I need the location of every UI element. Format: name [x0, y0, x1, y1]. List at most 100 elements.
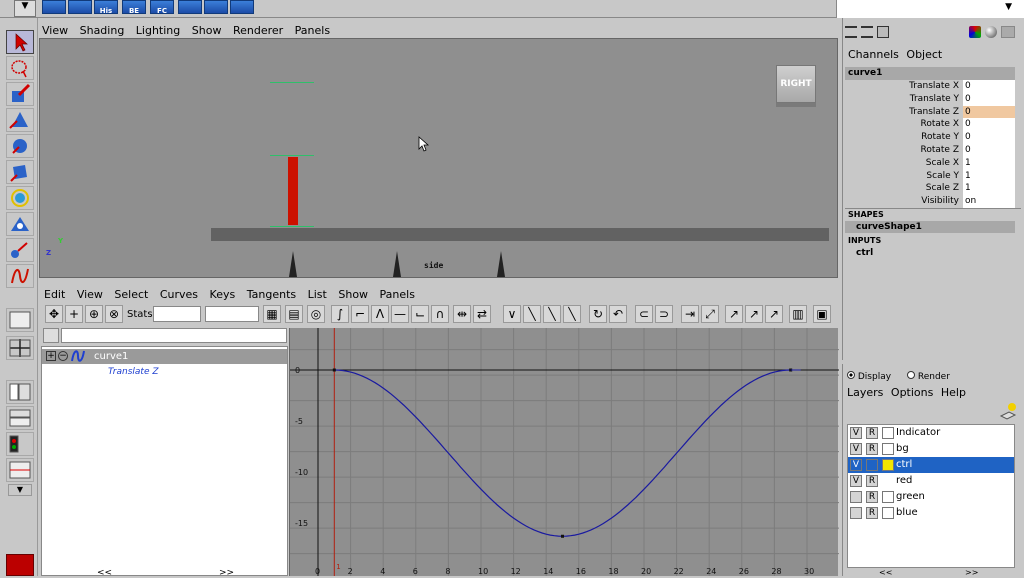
layer-row[interactable]: R green — [848, 489, 1014, 505]
attr-row[interactable]: Scale X 1 — [845, 156, 1023, 170]
tangent-clamped-icon[interactable]: ⌐ — [351, 305, 369, 323]
rotate-tool-icon[interactable] — [6, 134, 34, 158]
render-radio-icon[interactable] — [907, 371, 915, 379]
layer-visibility-toggle[interactable]: V — [850, 443, 862, 455]
graph-menu-panels[interactable]: Panels — [380, 288, 415, 301]
attr-value[interactable]: 0 — [963, 143, 1015, 157]
layer-color-swatch[interactable] — [882, 443, 894, 455]
attr-value[interactable]: 0 — [963, 118, 1015, 132]
last-tool-icon[interactable] — [6, 264, 34, 288]
viewport-menu-lighting[interactable]: Lighting — [136, 24, 180, 37]
channel-icon-2[interactable] — [861, 26, 873, 38]
move-tool-icon[interactable] — [6, 108, 34, 132]
tab-object[interactable]: Object — [906, 48, 942, 61]
unify-tangents-icon[interactable]: ╲ — [523, 305, 541, 323]
time-snap-icon[interactable]: ⊂ — [635, 305, 653, 323]
attr-row[interactable]: Translate X 0 — [845, 80, 1023, 93]
shelf-icon-be[interactable]: BE — [122, 0, 146, 15]
frame-playback-icon[interactable]: ▤ — [285, 305, 303, 323]
viewport-menu-renderer[interactable]: Renderer — [233, 24, 283, 37]
lattice-key-tool-icon[interactable]: ⊗ — [105, 305, 123, 323]
layer-reference-toggle[interactable]: R — [866, 475, 878, 487]
graph-menu-select[interactable]: Select — [114, 288, 148, 301]
viewport-menu-panels[interactable]: Panels — [295, 24, 330, 37]
channel-gray-icon[interactable] — [1001, 26, 1015, 38]
trax-editor-icon[interactable]: ▥ — [789, 305, 807, 323]
stats-field-frame[interactable] — [153, 306, 201, 322]
stats-field-value[interactable] — [205, 306, 259, 322]
shelf-menu-button[interactable]: ▼ — [14, 0, 36, 17]
shelf-icon-7[interactable] — [204, 0, 228, 14]
graph-menu-curves[interactable]: Curves — [160, 288, 198, 301]
layer-row[interactable]: R blue — [848, 505, 1014, 521]
select-tool-icon[interactable] — [6, 30, 34, 54]
buffer-curve-snapshot-icon[interactable]: ⇹ — [453, 305, 471, 323]
dope-sheet-icon[interactable]: ↗ — [765, 305, 783, 323]
layer-visibility-toggle[interactable]: V — [850, 459, 862, 471]
shelf-icon-1[interactable] — [42, 0, 66, 14]
attr-value[interactable]: 0 — [963, 131, 1015, 144]
layer-menu-layers[interactable]: Layers — [847, 386, 883, 399]
tangent-spline-icon[interactable]: ∫ — [331, 305, 349, 323]
help-scroll-icon[interactable]: ▼ — [1005, 2, 1012, 12]
graph-view[interactable]: 0 -5 -10 -15 0 2 4 6 8 10 12 14 16 18 20 22 24 26 28 30 1 — [289, 328, 839, 576]
attr-value[interactable]: on — [963, 195, 1015, 208]
layer-reference-toggle[interactable] — [866, 459, 878, 471]
attr-row[interactable]: Translate Z 0 — [845, 105, 1023, 119]
layer-color-swatch[interactable] — [882, 459, 894, 471]
attr-value-highlight[interactable]: 0 — [963, 105, 1015, 119]
buffer-curve-swap-icon[interactable]: ⇄ — [473, 305, 491, 323]
post-infinity-icon[interactable]: ↗ — [745, 305, 763, 323]
channel-icon-1[interactable] — [845, 26, 857, 38]
tangent-plateau-icon[interactable]: ∩ — [431, 305, 449, 323]
red-bar-object[interactable] — [288, 157, 298, 225]
layer-reference-toggle[interactable]: R — [866, 491, 878, 503]
attr-row[interactable]: Scale Z 1 — [845, 182, 1023, 196]
viewport-menu-view[interactable]: View — [42, 24, 68, 37]
tangent-linear-icon[interactable]: Λ — [371, 305, 389, 323]
minus-icon[interactable]: − — [58, 351, 68, 361]
layout-graph-icon[interactable] — [6, 406, 34, 430]
layer-color-swatch[interactable] — [882, 475, 894, 487]
channel-icon-3[interactable] — [877, 26, 889, 38]
layer-visibility-toggle[interactable]: V — [850, 475, 862, 487]
layout-outliner-icon[interactable] — [6, 380, 34, 404]
ground-plane[interactable] — [211, 228, 829, 241]
layer-row[interactable]: V R Indicator — [848, 425, 1014, 441]
display-radio[interactable]: Display — [847, 371, 891, 382]
layout-more-button[interactable]: ▼ — [8, 484, 32, 496]
expand-icon[interactable]: + — [46, 351, 56, 361]
attr-value[interactable]: 0 — [963, 80, 1015, 93]
viewport-menu-shading[interactable]: Shading — [80, 24, 125, 37]
attr-value[interactable]: 1 — [963, 156, 1015, 170]
graph-menu-keys[interactable]: Keys — [210, 288, 236, 301]
outliner-scroll-left[interactable]: << — [97, 568, 112, 578]
center-current-time-icon[interactable]: ◎ — [307, 305, 325, 323]
layer-menu-options[interactable]: Options — [891, 386, 933, 399]
tangent-stepped-icon[interactable]: ⌙ — [411, 305, 429, 323]
display-radio-icon[interactable] — [847, 371, 855, 379]
tab-channels[interactable]: Channels — [848, 48, 899, 61]
layer-row[interactable]: V R bg — [848, 441, 1014, 457]
render-radio[interactable]: Render — [907, 371, 950, 382]
layer-reference-toggle[interactable]: R — [866, 443, 878, 455]
layer-reference-toggle[interactable]: R — [866, 507, 878, 519]
layer-visibility-toggle[interactable]: V — [850, 427, 862, 439]
graph-menu-view[interactable]: View — [77, 288, 103, 301]
auto-load-icon[interactable]: ↻ — [589, 305, 607, 323]
layer-color-swatch[interactable] — [882, 491, 894, 503]
value-snap-icon[interactable]: ⊃ — [655, 305, 673, 323]
shelf-icon-6[interactable] — [178, 0, 202, 14]
input-node-name[interactable]: ctrl — [856, 248, 873, 258]
add-key-tool-icon[interactable]: ⊕ — [85, 305, 103, 323]
attr-value[interactable]: 1 — [963, 182, 1015, 196]
attr-value[interactable]: 0 — [963, 92, 1015, 106]
graph-menu-show[interactable]: Show — [338, 288, 368, 301]
layer-menu-help[interactable]: Help — [941, 386, 966, 399]
normalize-icon[interactable]: ⇥ — [681, 305, 699, 323]
lock-tangent-weight-icon[interactable]: ╲ — [563, 305, 581, 323]
shelf-icon-2[interactable] — [68, 0, 92, 14]
insert-key-tool-icon[interactable]: + — [65, 305, 83, 323]
animation-curve[interactable] — [334, 369, 791, 537]
graph-menu-tangents[interactable]: Tangents — [247, 288, 296, 301]
